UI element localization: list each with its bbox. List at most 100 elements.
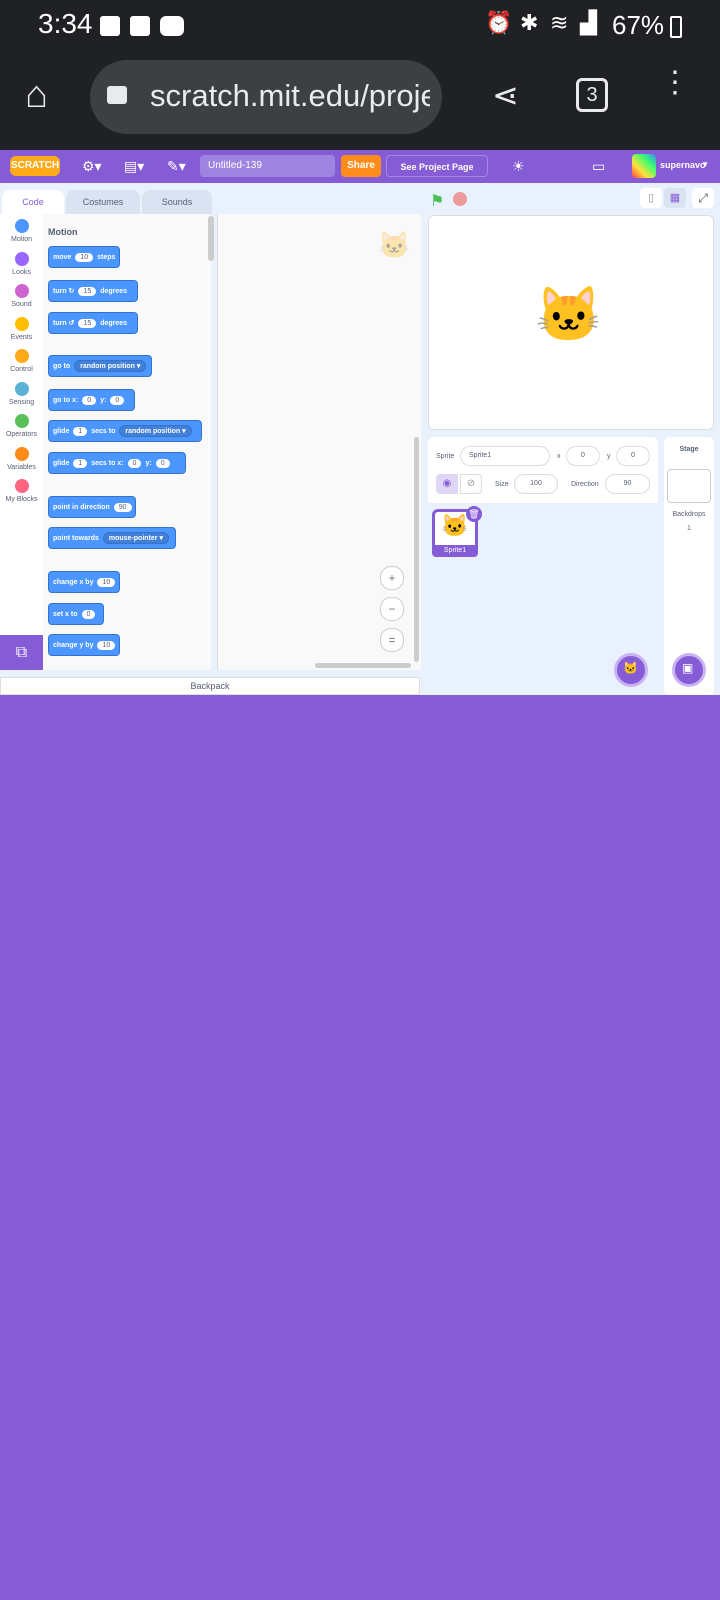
palette-heading: Motion [48, 227, 78, 237]
category-control[interactable]: Control [0, 349, 43, 373]
category-looks[interactable]: Looks [0, 251, 43, 276]
settings-icon[interactable]: ⚙▾ [82, 158, 102, 175]
category-dot-icon [14, 349, 29, 363]
stop-icon[interactable] [453, 192, 467, 206]
zoom-reset-icon[interactable]: = [380, 628, 404, 652]
wifi-icon: ≋ [550, 10, 569, 35]
category-events[interactable]: Events [0, 316, 43, 341]
hide-sprite-icon[interactable]: ⊘ [460, 474, 482, 494]
chevron-down-icon[interactable]: ▾ [703, 159, 708, 170]
x-label: x [557, 453, 561, 460]
sprite-label: Sprite [436, 453, 455, 460]
block-turn-left[interactable]: turn ↺ 15 degrees [48, 312, 138, 334]
show-sprite-icon[interactable]: ◉ [436, 474, 458, 494]
block-set-x[interactable]: set x to 0 [48, 603, 104, 625]
share-icon[interactable]: ⋖ [492, 76, 519, 114]
block-turn-right[interactable]: turn ↻ 15 degrees [48, 280, 138, 302]
category-sound[interactable]: Sound [0, 284, 43, 308]
category-label: Control [10, 366, 33, 373]
category-dot-icon [14, 446, 29, 461]
category-dot-icon [14, 251, 29, 266]
category-variables[interactable]: Variables [0, 446, 43, 471]
block-change-x[interactable]: change x by 10 [48, 571, 120, 593]
zoom-out-icon[interactable]: − [380, 597, 404, 621]
backdrop-thumbnail[interactable] [667, 469, 711, 503]
sprite-tile-label: Sprite1 [432, 545, 478, 557]
avatar[interactable] [632, 154, 656, 178]
direction-input[interactable]: 90 [605, 474, 650, 494]
green-flag-icon[interactable]: ⚑ [430, 191, 444, 211]
size-input[interactable]: 100 [514, 474, 558, 494]
tab-code[interactable]: Code [2, 190, 64, 214]
cat-add-icon: 🐱 [623, 661, 638, 675]
battery-icon [670, 16, 682, 38]
block-move[interactable]: move 10 steps [48, 246, 120, 268]
category-label: My Blocks [5, 496, 38, 503]
block-point-direction[interactable]: point in direction 90 [48, 496, 136, 518]
category-my-blocks[interactable]: My Blocks [0, 479, 43, 503]
tab-costumes[interactable]: Costumes [66, 190, 140, 214]
category-motion[interactable]: Motion [0, 219, 43, 243]
category-dot-icon [14, 381, 29, 396]
cat-sprite[interactable]: 🐱 [535, 285, 602, 345]
image-add-icon: ▣ [682, 661, 694, 675]
edit-menu-icon[interactable]: ✎▾ [167, 158, 186, 175]
large-stage-icon[interactable]: ▦ [664, 188, 686, 208]
zoom-in-icon[interactable]: + [380, 566, 404, 590]
category-label: Variables [7, 463, 36, 471]
tab-count[interactable]: 3 [576, 78, 608, 112]
block-glide-to[interactable]: glide 1 secs to random position ▾ [48, 420, 202, 442]
x-input[interactable]: 0 [566, 446, 600, 466]
category-label: Sensing [8, 398, 35, 406]
signal-icon: ▟ [580, 10, 597, 35]
category-dot-icon [14, 316, 29, 331]
share-button[interactable]: Share [341, 155, 381, 177]
small-stage-icon[interactable]: ▯ [640, 188, 662, 208]
category-sensing[interactable]: Sensing [0, 381, 43, 406]
workspace-horizontal-scrollbar[interactable] [315, 663, 411, 668]
category-label: Events [10, 333, 33, 341]
category-label: Sound [11, 301, 32, 308]
extension-button[interactable]: ⧉ [0, 635, 43, 670]
backdrops-count: 1 [687, 525, 691, 532]
sprite-watermark-icon: 🐱 [378, 230, 411, 260]
see-project-page-button[interactable]: See Project Page [386, 155, 488, 177]
category-operators[interactable]: Operators [0, 414, 43, 438]
block-point-towards[interactable]: point towards mouse-pointer ▾ [48, 527, 176, 549]
alarm-icon: ⏰ [485, 10, 513, 35]
theme-icon[interactable]: ☀ [512, 158, 525, 175]
block-go-to-xy[interactable]: go to x: 0 y: 0 [48, 389, 135, 411]
block-glide-to-xy[interactable]: glide 1 secs to x: 0 y: 0 [48, 452, 186, 474]
category-dot-icon [14, 219, 29, 233]
home-icon[interactable]: ⌂ [25, 75, 48, 115]
lock-icon [107, 86, 127, 104]
backdrops-label: Backdrops [672, 511, 706, 518]
tab-sounds[interactable]: Sounds [142, 190, 212, 214]
sprite-name-input[interactable]: Sprite1 [460, 446, 550, 466]
category-label: Looks [12, 268, 31, 276]
scratch-logo[interactable]: SCRATCH [10, 156, 60, 176]
backpack-panel[interactable]: Backpack [0, 677, 420, 695]
y-input[interactable]: 0 [616, 446, 650, 466]
block-go-to[interactable]: go to random position ▾ [48, 355, 152, 377]
delete-sprite-icon[interactable]: 🗑 [466, 506, 482, 522]
category-dot-icon [14, 284, 29, 298]
workspace-vertical-scrollbar[interactable] [414, 437, 419, 662]
block-change-y[interactable]: change y by 10 [48, 634, 120, 656]
project-title-input[interactable]: Untitled-139 [200, 155, 335, 177]
palette-scrollbar[interactable] [208, 216, 214, 261]
youtube-icon [160, 16, 184, 36]
y-label: y [607, 453, 611, 460]
category-dot-icon [14, 479, 29, 493]
username[interactable]: supernavo [660, 160, 706, 170]
notification-icon [100, 16, 120, 36]
gallery-icon [130, 16, 150, 36]
bluetooth-icon: ✱ [520, 10, 539, 35]
direction-label: Direction [571, 481, 599, 488]
overflow-menu-icon[interactable]: ⋮ [660, 68, 690, 98]
my-stuff-icon[interactable]: ▭ [592, 158, 605, 175]
size-label: Size [495, 481, 509, 488]
fullscreen-icon[interactable]: ⤢ [692, 188, 714, 208]
file-menu-icon[interactable]: ▤▾ [124, 158, 144, 175]
url-text[interactable]: scratch.mit.edu/proje [150, 78, 430, 114]
